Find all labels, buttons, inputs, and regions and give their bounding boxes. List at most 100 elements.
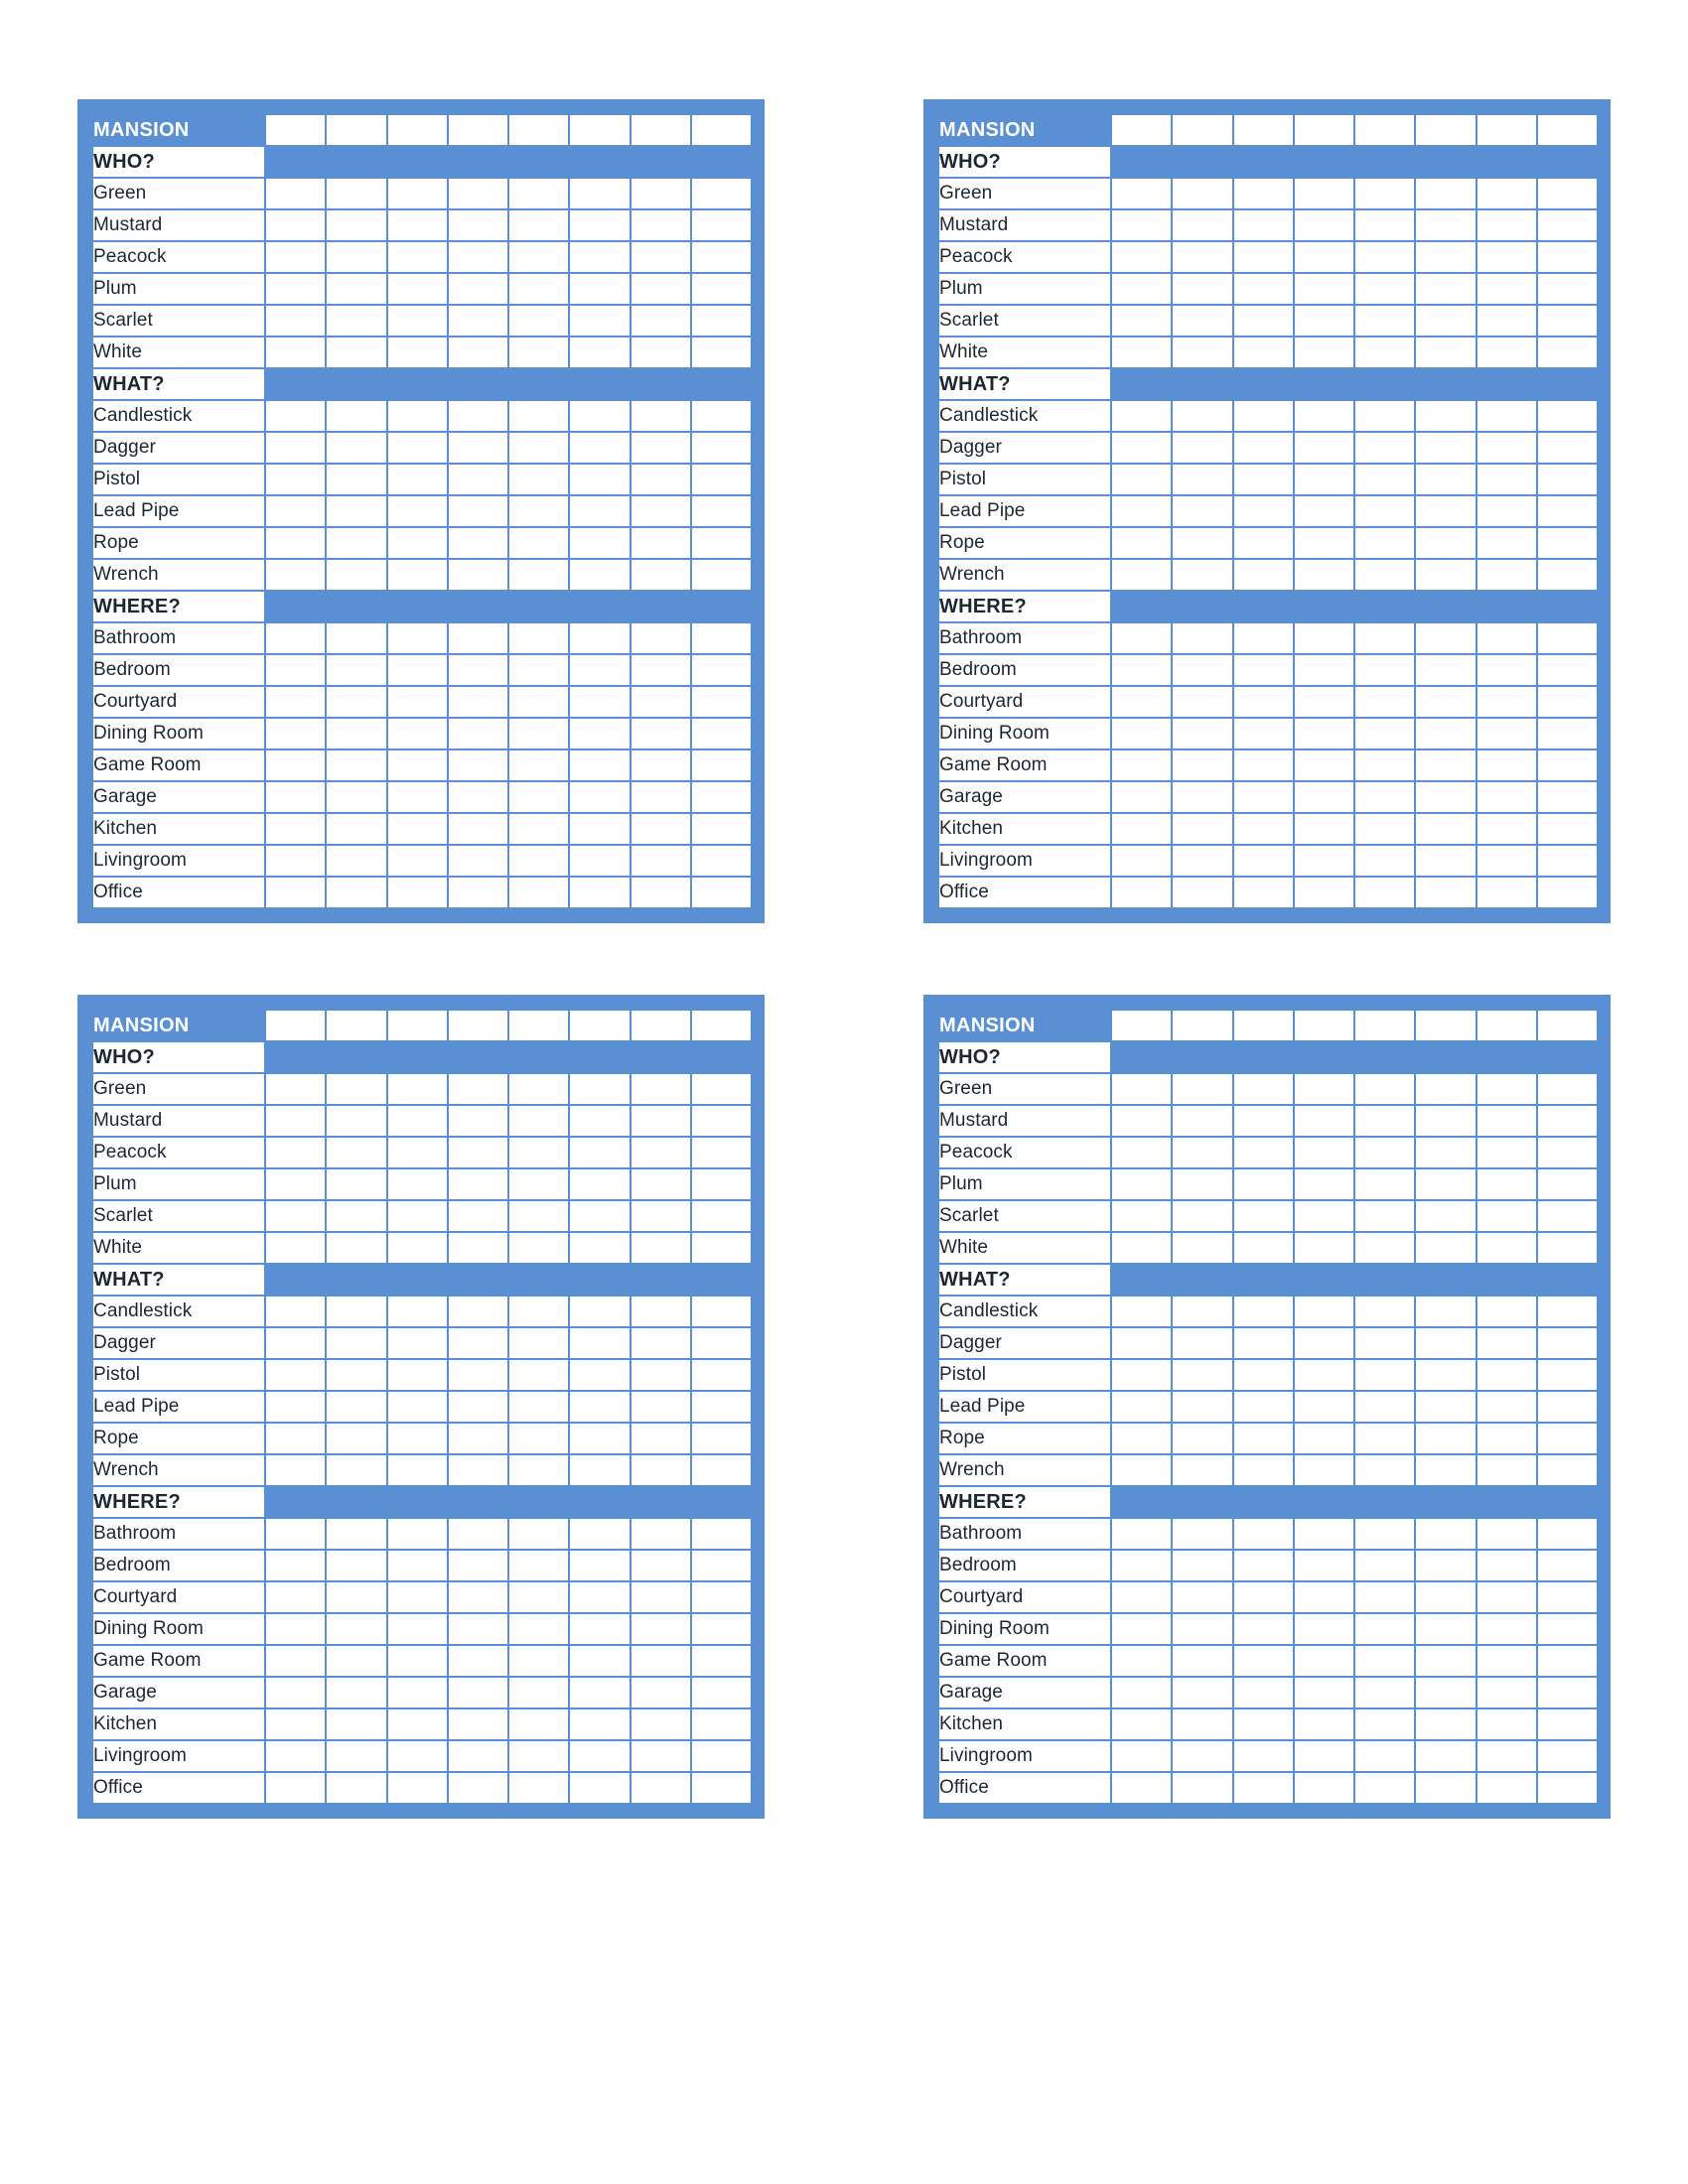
tally-cell[interactable]	[509, 338, 569, 367]
tally-cell[interactable]	[509, 1741, 569, 1771]
tally-cell[interactable]	[1294, 1360, 1353, 1390]
tally-cell[interactable]	[1477, 1519, 1536, 1549]
tally-cell[interactable]	[1416, 1773, 1476, 1803]
tally-cell[interactable]	[266, 1773, 326, 1803]
tally-cell[interactable]	[1537, 878, 1597, 907]
tally-cell[interactable]	[327, 1709, 386, 1739]
tally-cell[interactable]	[631, 655, 690, 685]
tally-cell[interactable]	[1537, 179, 1597, 208]
tally-cell[interactable]	[691, 655, 751, 685]
player-name-cell[interactable]	[1112, 1011, 1172, 1040]
tally-cell[interactable]	[1173, 433, 1232, 463]
tally-cell[interactable]	[448, 401, 507, 431]
tally-cell[interactable]	[1537, 306, 1597, 336]
tally-cell[interactable]	[1477, 1328, 1536, 1358]
tally-cell[interactable]	[387, 687, 447, 717]
tally-cell[interactable]	[448, 560, 507, 590]
tally-cell[interactable]	[1112, 433, 1172, 463]
tally-cell[interactable]	[1233, 623, 1293, 653]
tally-cell[interactable]	[327, 179, 386, 208]
tally-cell[interactable]	[570, 814, 630, 844]
tally-cell[interactable]	[1294, 782, 1353, 812]
tally-cell[interactable]	[1477, 1169, 1536, 1199]
tally-cell[interactable]	[1173, 814, 1232, 844]
tally-cell[interactable]	[266, 1169, 326, 1199]
tally-cell[interactable]	[1416, 1328, 1476, 1358]
tally-cell[interactable]	[509, 179, 569, 208]
tally-cell[interactable]	[509, 1551, 569, 1580]
tally-cell[interactable]	[691, 401, 751, 431]
tally-cell[interactable]	[1294, 1519, 1353, 1549]
tally-cell[interactable]	[691, 496, 751, 526]
tally-cell[interactable]	[1112, 1233, 1172, 1263]
tally-cell[interactable]	[631, 1551, 690, 1580]
player-name-cell[interactable]	[1173, 115, 1232, 145]
tally-cell[interactable]	[327, 1169, 386, 1199]
tally-cell[interactable]	[327, 1360, 386, 1390]
tally-cell[interactable]	[1233, 687, 1293, 717]
tally-cell[interactable]	[691, 274, 751, 304]
tally-cell[interactable]	[387, 1106, 447, 1136]
tally-cell[interactable]	[448, 274, 507, 304]
tally-cell[interactable]	[1173, 496, 1232, 526]
tally-cell[interactable]	[327, 687, 386, 717]
tally-cell[interactable]	[1355, 1138, 1415, 1167]
tally-cell[interactable]	[1355, 338, 1415, 367]
tally-cell[interactable]	[1355, 242, 1415, 272]
player-name-cell[interactable]	[1416, 115, 1476, 145]
tally-cell[interactable]	[631, 687, 690, 717]
tally-cell[interactable]	[387, 782, 447, 812]
tally-cell[interactable]	[691, 242, 751, 272]
tally-cell[interactable]	[631, 242, 690, 272]
tally-cell[interactable]	[1233, 1582, 1293, 1612]
tally-cell[interactable]	[1477, 1455, 1536, 1485]
tally-cell[interactable]	[1112, 655, 1172, 685]
tally-cell[interactable]	[327, 1582, 386, 1612]
tally-cell[interactable]	[1355, 528, 1415, 558]
tally-cell[interactable]	[1537, 465, 1597, 494]
tally-cell[interactable]	[1112, 1741, 1172, 1771]
tally-cell[interactable]	[448, 433, 507, 463]
tally-cell[interactable]	[1355, 1392, 1415, 1422]
tally-cell[interactable]	[509, 1328, 569, 1358]
tally-cell[interactable]	[1537, 1233, 1597, 1263]
tally-cell[interactable]	[570, 1233, 630, 1263]
tally-cell[interactable]	[387, 1201, 447, 1231]
tally-cell[interactable]	[1416, 719, 1476, 749]
tally-cell[interactable]	[631, 1582, 690, 1612]
tally-cell[interactable]	[1477, 878, 1536, 907]
tally-cell[interactable]	[1112, 1773, 1172, 1803]
tally-cell[interactable]	[570, 528, 630, 558]
tally-cell[interactable]	[1416, 528, 1476, 558]
tally-cell[interactable]	[570, 496, 630, 526]
tally-cell[interactable]	[327, 274, 386, 304]
tally-cell[interactable]	[1294, 1074, 1353, 1104]
player-name-cell[interactable]	[509, 115, 569, 145]
tally-cell[interactable]	[1416, 623, 1476, 653]
tally-cell[interactable]	[570, 1297, 630, 1326]
tally-cell[interactable]	[1112, 687, 1172, 717]
tally-cell[interactable]	[1294, 1709, 1353, 1739]
tally-cell[interactable]	[266, 814, 326, 844]
tally-cell[interactable]	[509, 274, 569, 304]
tally-cell[interactable]	[448, 814, 507, 844]
tally-cell[interactable]	[1294, 1582, 1353, 1612]
tally-cell[interactable]	[1173, 1360, 1232, 1390]
tally-cell[interactable]	[327, 1424, 386, 1453]
tally-cell[interactable]	[1112, 179, 1172, 208]
tally-cell[interactable]	[1173, 1233, 1232, 1263]
tally-cell[interactable]	[1294, 1455, 1353, 1485]
player-name-cell[interactable]	[691, 1011, 751, 1040]
tally-cell[interactable]	[570, 306, 630, 336]
tally-cell[interactable]	[691, 1169, 751, 1199]
tally-cell[interactable]	[448, 1709, 507, 1739]
tally-cell[interactable]	[631, 496, 690, 526]
tally-cell[interactable]	[266, 465, 326, 494]
tally-cell[interactable]	[448, 1773, 507, 1803]
tally-cell[interactable]	[1537, 1519, 1597, 1549]
tally-cell[interactable]	[1173, 782, 1232, 812]
tally-cell[interactable]	[266, 687, 326, 717]
tally-cell[interactable]	[509, 1201, 569, 1231]
tally-cell[interactable]	[570, 1551, 630, 1580]
tally-cell[interactable]	[691, 528, 751, 558]
